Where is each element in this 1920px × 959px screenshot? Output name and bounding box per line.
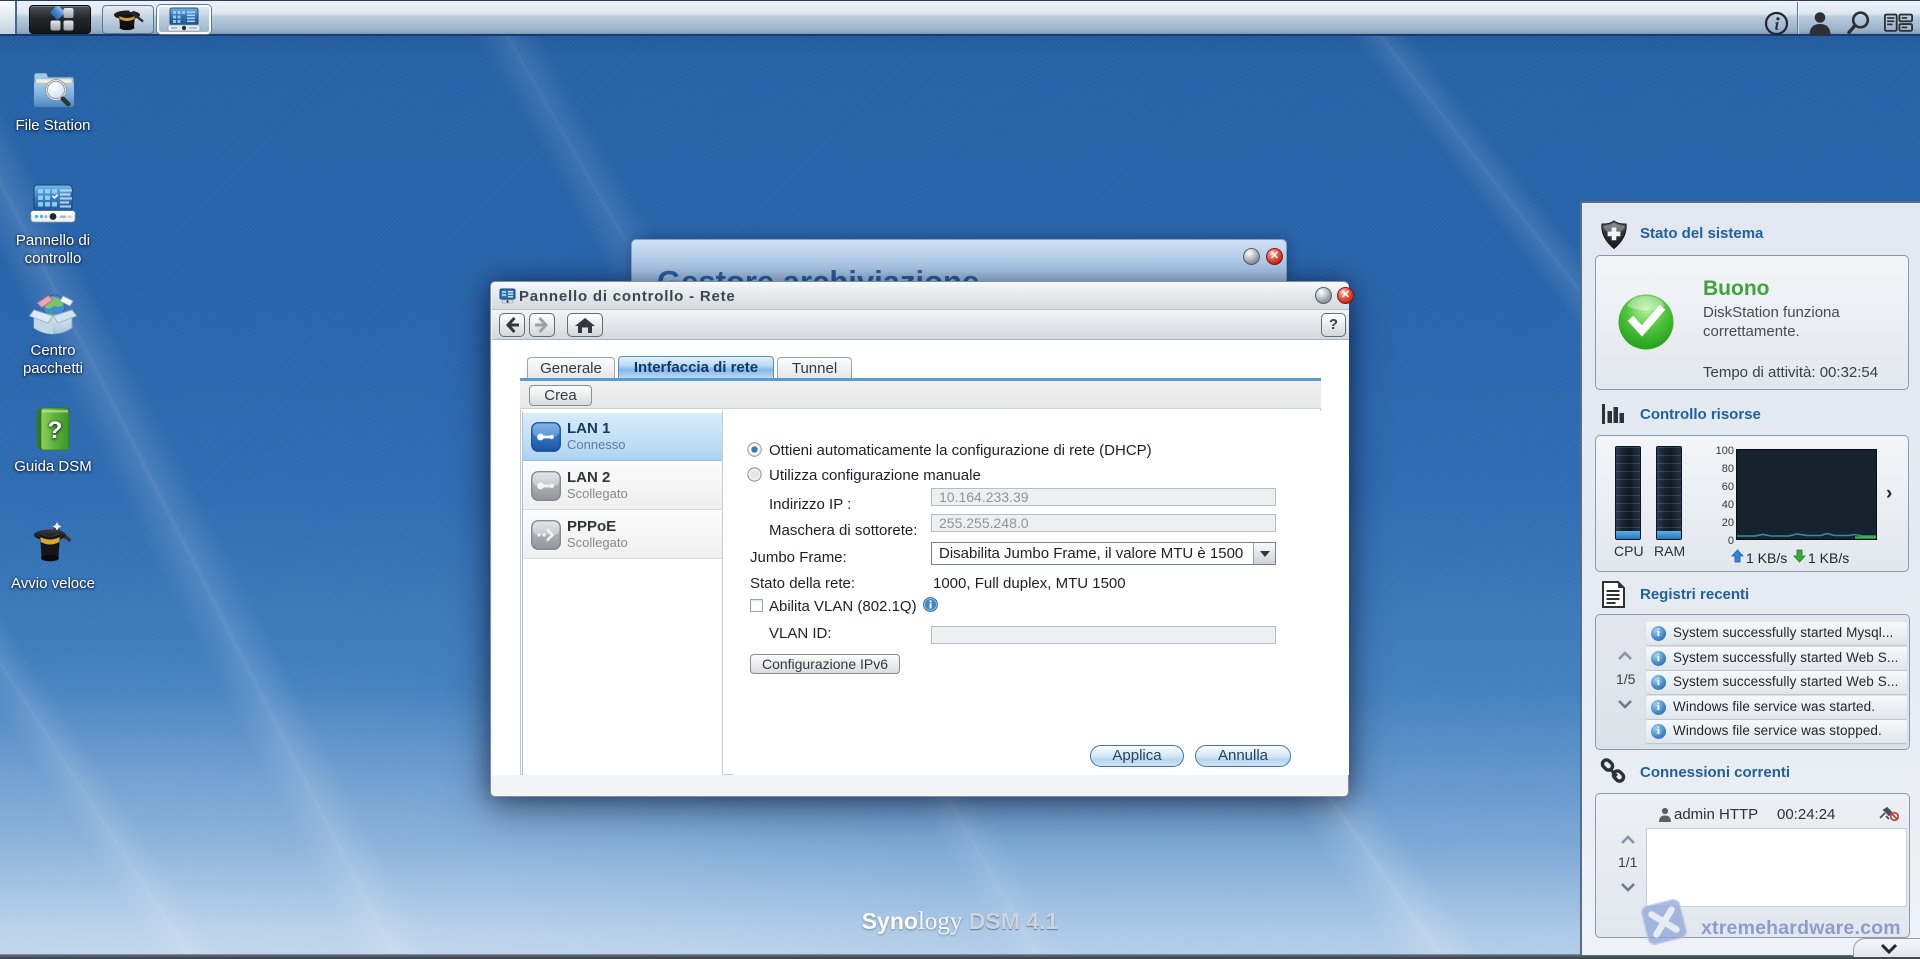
svg-text:?: ?: [48, 417, 63, 444]
